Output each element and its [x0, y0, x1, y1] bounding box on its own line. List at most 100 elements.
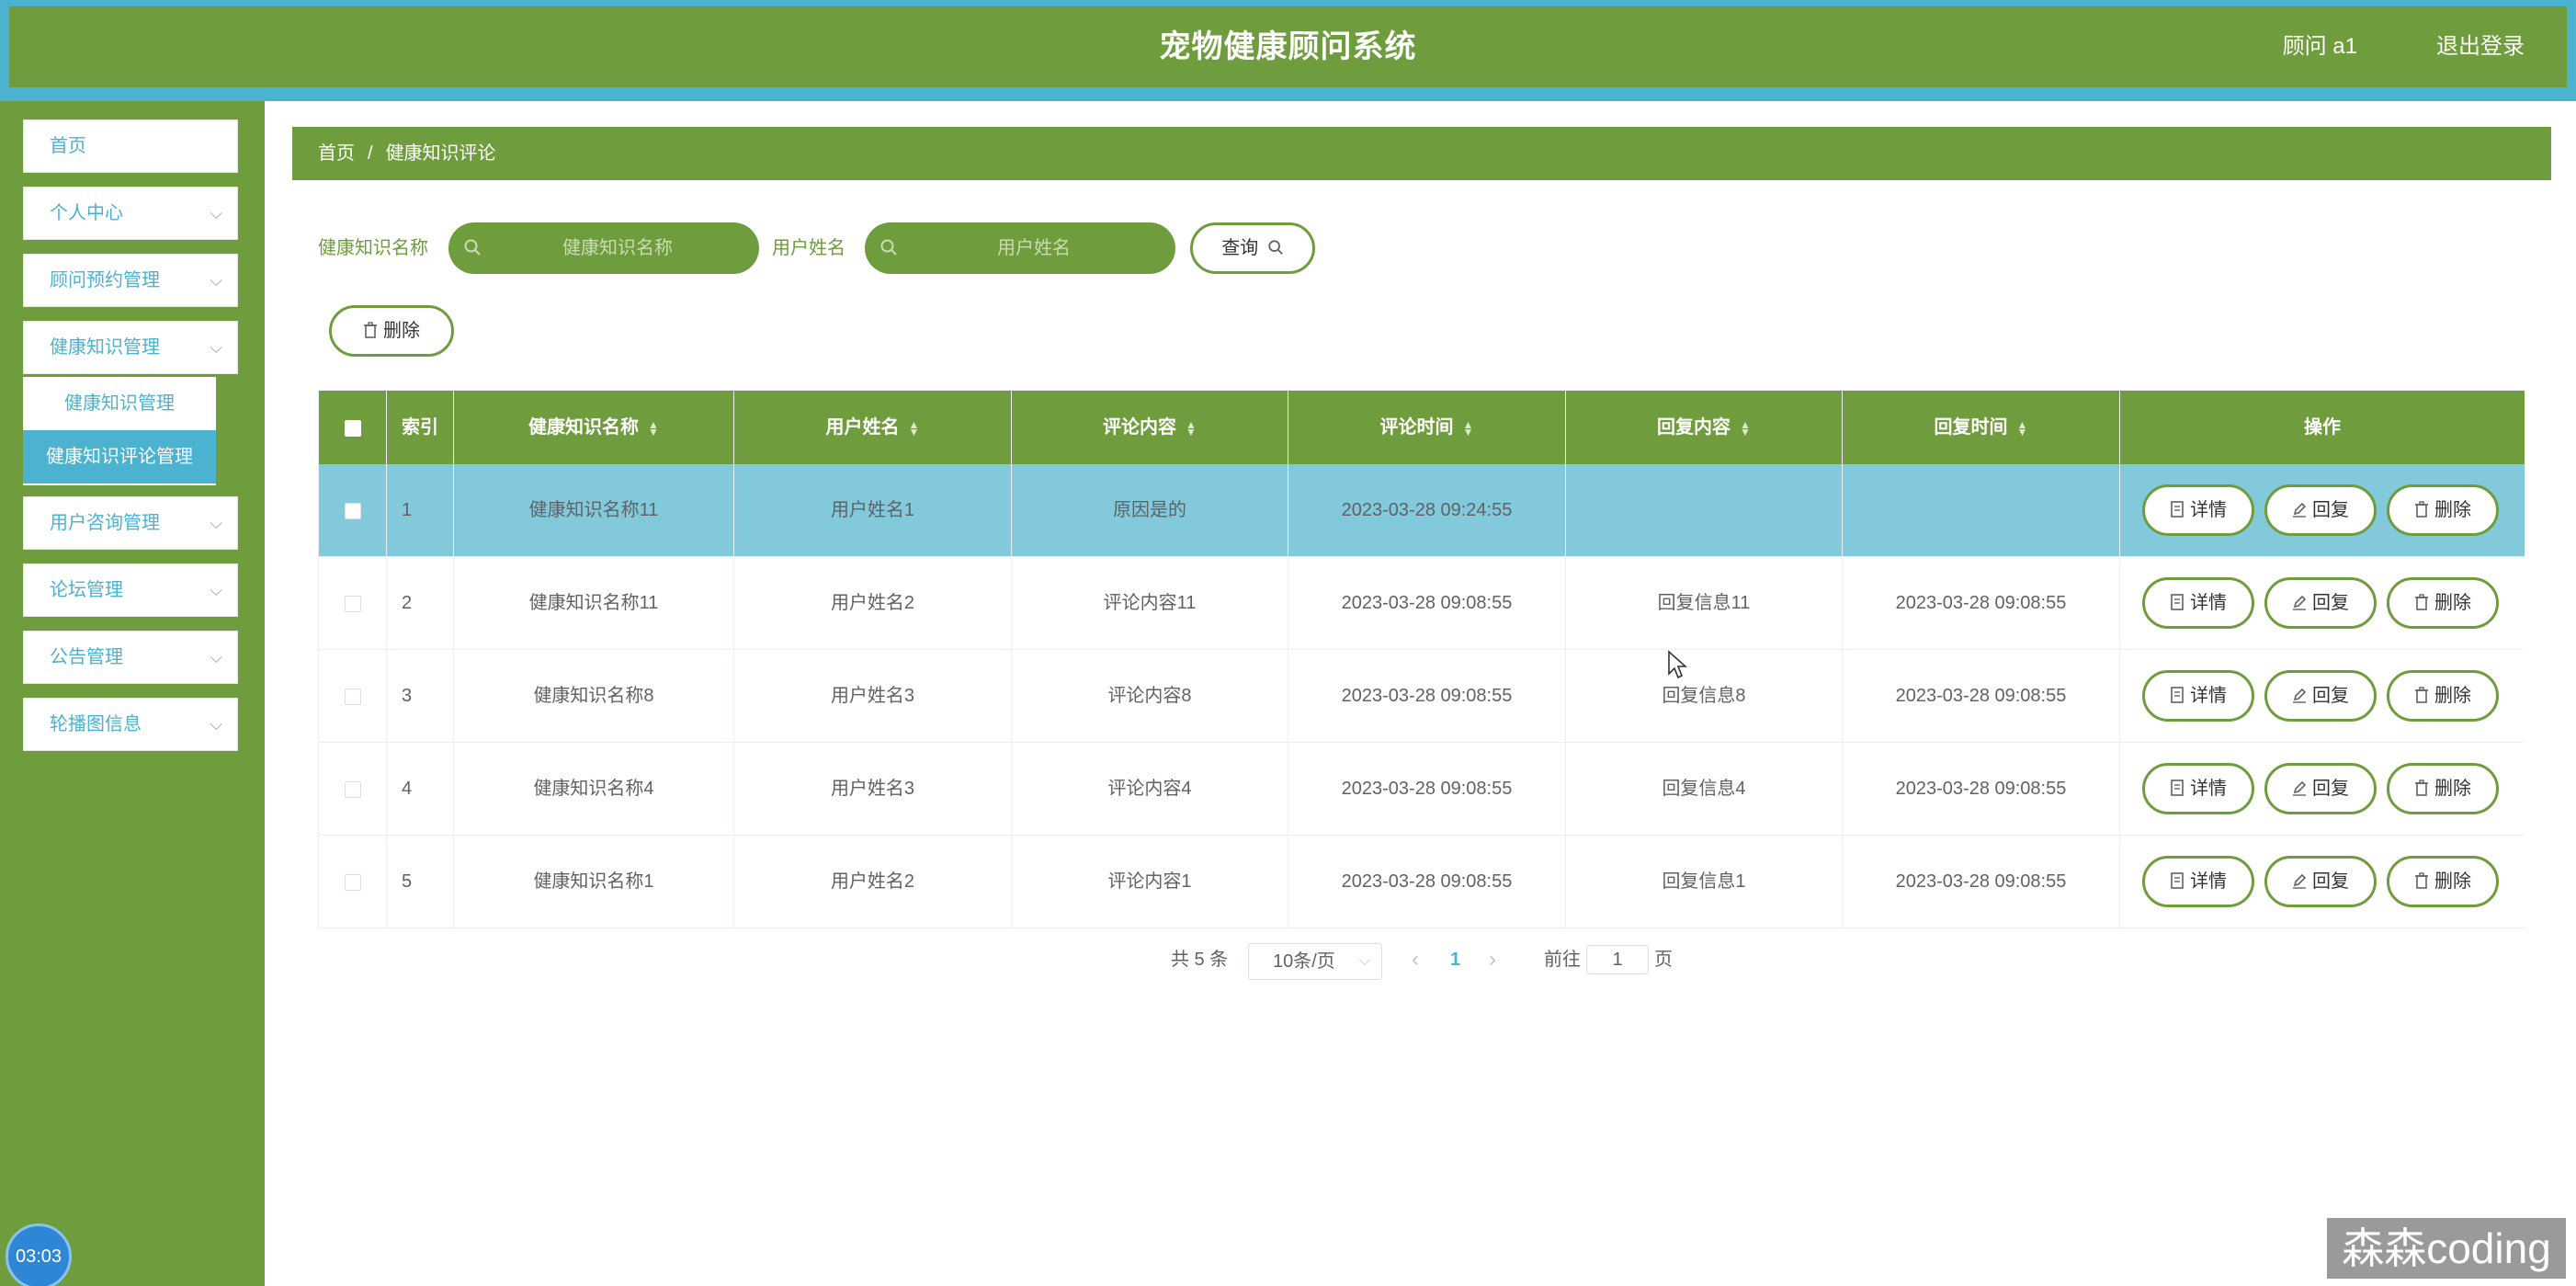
edit-icon	[2293, 780, 2307, 796]
delete-button[interactable]: 删除	[2387, 670, 2499, 722]
sort-icon[interactable]: ▲ ▼	[909, 419, 920, 438]
reply-button[interactable]: 回复	[2264, 670, 2377, 722]
sidebar-item-carousel[interactable]: 轮播图信息 ⌵	[23, 698, 238, 751]
detail-button[interactable]: 详情	[2142, 763, 2254, 814]
query-button[interactable]: 查询	[1190, 222, 1315, 274]
table-row[interactable]: 1 健康知识名称11 用户姓名1 原因是的 2023-03-28 09:24:55 详情 回…	[319, 464, 2525, 557]
reply-button[interactable]: 回复	[2264, 484, 2377, 536]
page-suffix: 页	[1654, 950, 1673, 970]
prev-page-icon[interactable]: ‹	[1412, 943, 1419, 976]
edit-icon	[2293, 873, 2307, 889]
col-header-user[interactable]: 用户姓名 ▲ ▼	[734, 391, 1012, 464]
col-header-comment[interactable]: 评论内容 ▲ ▼	[1012, 391, 1288, 464]
sidebar-item-appointments[interactable]: 顾问预约管理 ⌵	[23, 254, 238, 307]
cell-name: 健康知识名称4	[454, 743, 734, 835]
col-header-reply[interactable]: 回复内容 ▲ ▼	[1566, 391, 1843, 464]
sort-icon[interactable]: ▲ ▼	[2017, 419, 2028, 438]
sidebar-item-health-knowledge[interactable]: 健康知识管理 ⌵	[23, 321, 238, 374]
cell-name: 健康知识名称1	[454, 836, 734, 928]
delete-button-label: 删除	[2434, 593, 2471, 613]
table-row[interactable]: 3 健康知识名称8 用户姓名3 评论内容8 2023-03-28 09:08:55 回复信…	[319, 650, 2525, 743]
document-icon	[2171, 594, 2184, 610]
row-checkbox[interactable]	[344, 873, 361, 891]
cell-time: 2023-03-28 09:08:55	[1288, 836, 1566, 928]
cell-reply: 回复信息4	[1566, 743, 1843, 835]
sidebar-item-consultations[interactable]: 用户咨询管理 ⌵	[23, 496, 238, 550]
table-header: 索引 健康知识名称 ▲ ▼ 用户姓名 ▲ ▼ 评论内容 ▲ ▼ 评论时间 ▲ ▼ 回复内容 ▲ ▼ …	[319, 391, 2525, 464]
search-name-label: 健康知识名称	[318, 238, 428, 258]
table-row[interactable]: 2 健康知识名称11 用户姓名2 评论内容11 2023-03-28 09:08:55 回…	[319, 557, 2525, 650]
select-all-cell	[319, 391, 387, 464]
page-size-select[interactable]: 10条/页 ⌵	[1248, 943, 1382, 980]
reply-button[interactable]: 回复	[2264, 763, 2377, 814]
search-icon	[1268, 240, 1283, 255]
reply-button[interactable]: 回复	[2264, 856, 2377, 907]
comments-table: 索引 健康知识名称 ▲ ▼ 用户姓名 ▲ ▼ 评论内容 ▲ ▼ 评论时间 ▲ ▼ 回复内容 ▲ ▼ …	[318, 390, 2525, 928]
breadcrumb-home[interactable]: 首页	[318, 143, 355, 164]
trash-icon	[2415, 687, 2428, 703]
detail-button[interactable]: 详情	[2142, 670, 2254, 722]
sort-icon[interactable]: ▲ ▼	[1463, 419, 1474, 438]
trash-icon	[2415, 780, 2428, 796]
col-header-label: 评论时间	[1379, 417, 1454, 438]
col-header-reply-time[interactable]: 回复时间 ▲ ▼	[1843, 391, 2120, 464]
sort-icon[interactable]: ▲ ▼	[648, 419, 659, 438]
search-icon	[880, 239, 897, 256]
col-header-name[interactable]: 健康知识名称 ▲ ▼	[454, 391, 734, 464]
row-checkbox[interactable]	[344, 688, 361, 705]
cell-index: 5	[387, 836, 454, 928]
delete-button-label: 删除	[2434, 871, 2471, 892]
logout-link[interactable]: 退出登录	[2436, 6, 2525, 87]
cell-name: 健康知识名称11	[454, 557, 734, 649]
delete-button[interactable]: 删除	[2387, 763, 2499, 814]
goto-page-input[interactable]: 1	[1586, 945, 1649, 974]
delete-button[interactable]: 删除	[2387, 856, 2499, 907]
submenu-item-health-knowledge[interactable]: 健康知识管理	[23, 377, 216, 430]
row-checkbox[interactable]	[344, 780, 361, 798]
row-checkbox[interactable]	[344, 502, 361, 519]
trash-icon	[2415, 872, 2428, 889]
mouse-cursor-icon	[1668, 650, 1687, 679]
sort-icon[interactable]: ▲ ▼	[1740, 419, 1751, 438]
cell-reply-time: 2023-03-28 09:08:55	[1843, 836, 2120, 928]
cell-user: 用户姓名3	[734, 650, 1012, 742]
cell-time: 2023-03-28 09:08:55	[1288, 557, 1566, 649]
sidebar-item-home[interactable]: 首页	[23, 119, 238, 173]
chevron-down-icon: ⌵	[210, 271, 222, 290]
page-number-1[interactable]: 1	[1450, 943, 1460, 976]
detail-button-label: 详情	[2190, 779, 2227, 799]
chevron-down-icon: ⌵	[210, 514, 222, 532]
delete-button[interactable]: 删除	[2387, 484, 2499, 536]
cell-comment: 原因是的	[1012, 464, 1288, 556]
sort-icon[interactable]: ▲ ▼	[1186, 419, 1197, 438]
search-name-input[interactable]	[494, 222, 741, 274]
chevron-up-icon: ⌵	[210, 338, 222, 357]
sidebar-item-forum[interactable]: 论坛管理 ⌵	[23, 563, 238, 617]
sidebar-item-profile[interactable]: 个人中心 ⌵	[23, 187, 238, 240]
next-page-icon[interactable]: ›	[1489, 943, 1496, 976]
select-all-checkbox[interactable]	[344, 419, 361, 437]
cell-time: 2023-03-28 09:08:55	[1288, 743, 1566, 835]
submenu-item-knowledge-comments[interactable]: 健康知识评论管理	[23, 430, 216, 484]
chevron-down-icon: ⌵	[210, 648, 222, 666]
detail-button[interactable]: 详情	[2142, 484, 2254, 536]
col-header-label: 回复时间	[1934, 417, 2008, 438]
edit-icon	[2293, 688, 2307, 703]
delete-button[interactable]: 删除	[2387, 577, 2499, 629]
detail-button-label: 详情	[2190, 686, 2227, 706]
search-user-input[interactable]	[911, 222, 1157, 274]
detail-button[interactable]: 详情	[2142, 577, 2254, 629]
cell-actions: 详情 回复 删除	[2120, 557, 2525, 649]
table-row[interactable]: 5 健康知识名称1 用户姓名2 评论内容1 2023-03-28 09:08:55 回复信…	[319, 836, 2525, 928]
batch-delete-button[interactable]: 删除	[329, 305, 454, 357]
sidebar-item-announcements[interactable]: 公告管理 ⌵	[23, 631, 238, 684]
col-header-time[interactable]: 评论时间 ▲ ▼	[1288, 391, 1566, 464]
sidebar-item-label: 轮播图信息	[50, 714, 142, 734]
detail-button[interactable]: 详情	[2142, 856, 2254, 907]
row-checkbox[interactable]	[344, 595, 361, 612]
breadcrumb-current: 健康知识评论	[385, 143, 496, 164]
document-icon	[2171, 687, 2184, 703]
reply-button[interactable]: 回复	[2264, 577, 2377, 629]
chevron-down-icon: ⌵	[1358, 953, 1370, 969]
table-row[interactable]: 4 健康知识名称4 用户姓名3 评论内容4 2023-03-28 09:08:55 回复信…	[319, 743, 2525, 836]
